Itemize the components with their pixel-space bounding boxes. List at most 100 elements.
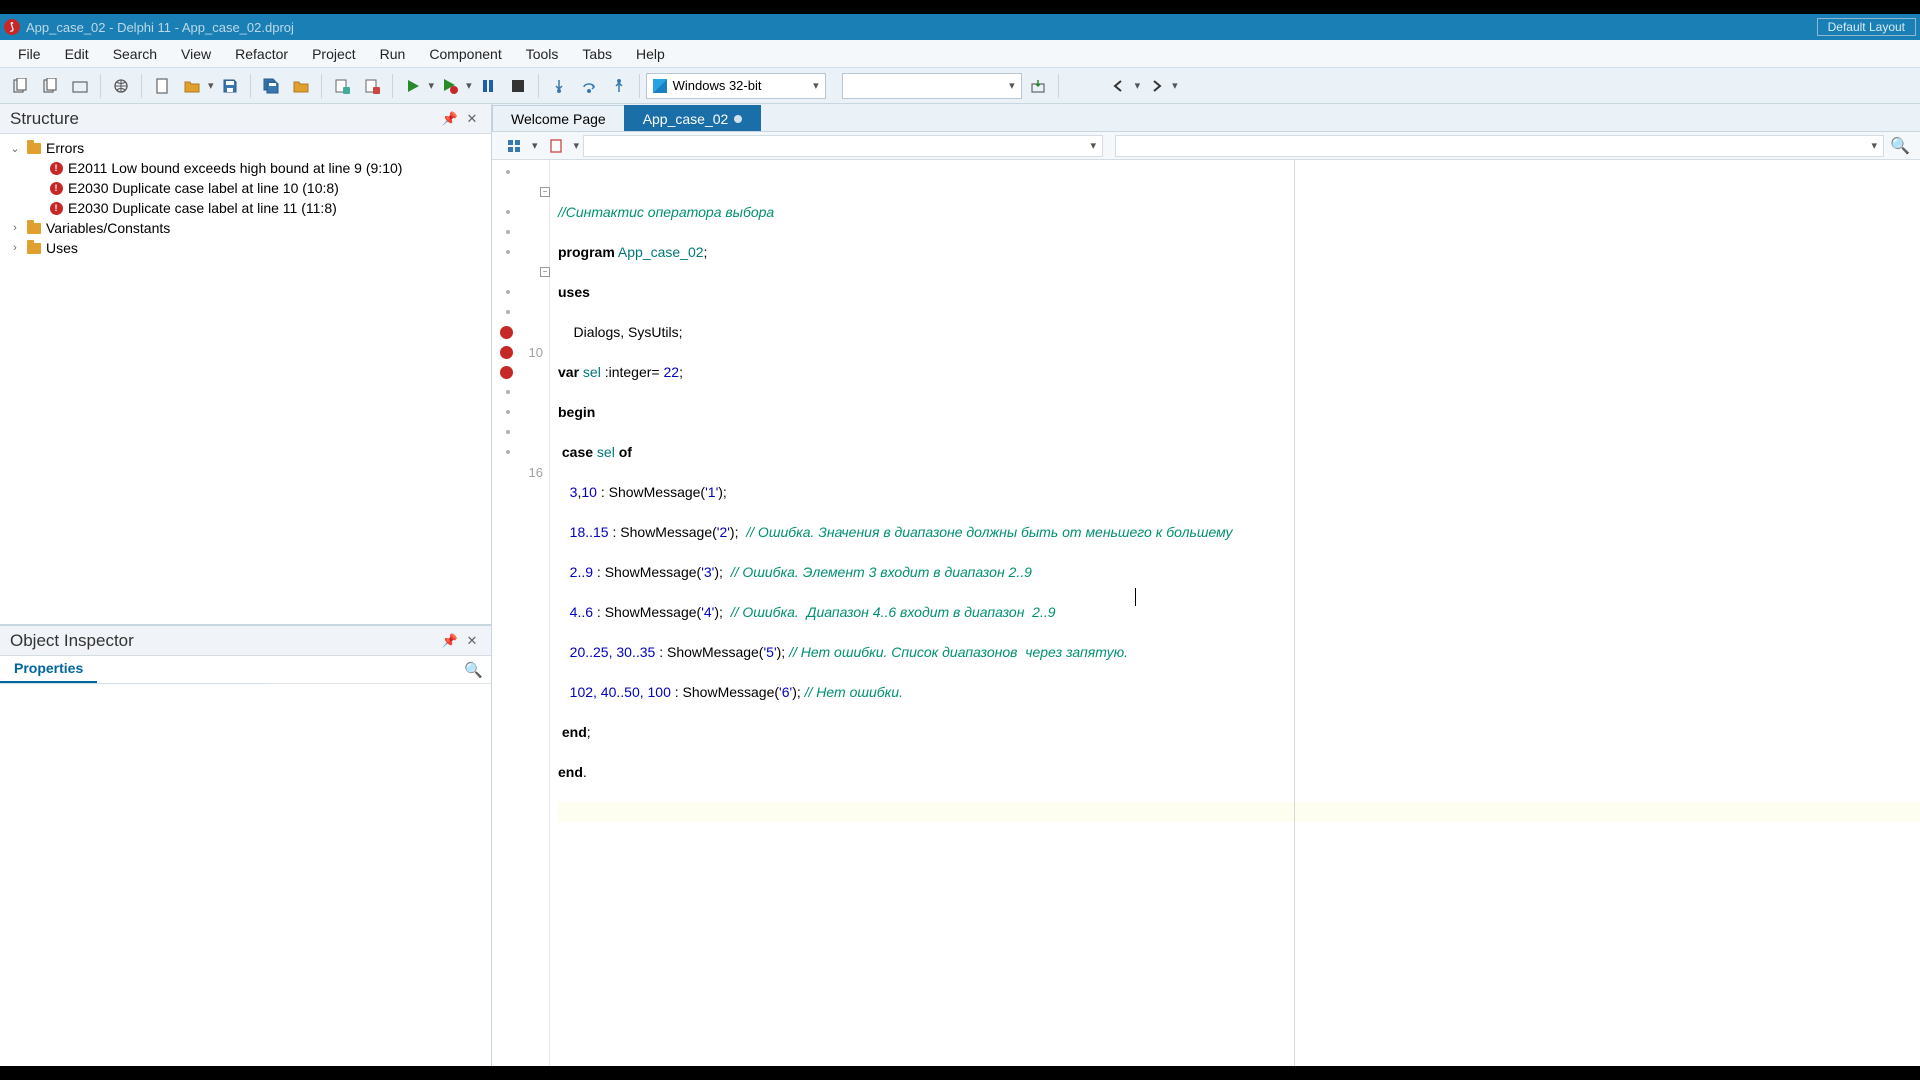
tab-app-case-02[interactable]: App_case_02 bbox=[624, 105, 762, 131]
chevron-down-icon[interactable]: ▾ bbox=[208, 79, 214, 92]
structure-tree[interactable]: ⌄ Errors ! E2011 Low bound exceeds high … bbox=[0, 134, 491, 624]
step-over-icon[interactable] bbox=[575, 72, 603, 100]
menu-tabs[interactable]: Tabs bbox=[570, 42, 624, 66]
windows-icon bbox=[653, 79, 667, 93]
editor-toolbar: ▾ ▾ ▾ ▾ 🔍 bbox=[492, 132, 1920, 160]
menu-refactor[interactable]: Refactor bbox=[223, 42, 300, 66]
open-icon[interactable] bbox=[36, 72, 64, 100]
class-combo[interactable]: ▾ bbox=[583, 135, 1103, 157]
error-marker-icon[interactable] bbox=[500, 366, 513, 379]
errors-node-label[interactable]: Errors bbox=[46, 140, 84, 156]
run-no-debug-icon[interactable] bbox=[436, 72, 464, 100]
pause-icon[interactable] bbox=[474, 72, 502, 100]
close-icon[interactable]: ✕ bbox=[463, 110, 481, 128]
new-items-icon[interactable] bbox=[6, 72, 34, 100]
chevron-down-icon[interactable]: ▾ bbox=[1135, 79, 1141, 92]
tab-label: App_case_02 bbox=[643, 111, 729, 127]
navigator-icon[interactable] bbox=[500, 132, 528, 160]
stop-icon[interactable] bbox=[504, 72, 532, 100]
folder-icon bbox=[26, 221, 42, 235]
error-icon: ! bbox=[48, 161, 64, 175]
add-file-icon[interactable] bbox=[328, 72, 356, 100]
document-tabs: Welcome Page App_case_02 bbox=[492, 104, 1920, 132]
nav-back-icon[interactable] bbox=[1105, 72, 1133, 100]
menu-help[interactable]: Help bbox=[624, 42, 677, 66]
oi-search[interactable]: 🔍 bbox=[271, 656, 491, 684]
globe-icon[interactable] bbox=[107, 72, 135, 100]
remove-file-icon[interactable] bbox=[358, 72, 386, 100]
separator-icon bbox=[250, 74, 251, 98]
new-file-icon[interactable] bbox=[148, 72, 176, 100]
nav-forward-icon[interactable] bbox=[1142, 72, 1170, 100]
error-item[interactable]: E2011 Low bound exceeds high bound at li… bbox=[68, 160, 402, 176]
separator-icon bbox=[100, 74, 101, 98]
titlebar: ⟆ App_case_02 - Delphi 11 - App_case_02.… bbox=[0, 14, 1920, 40]
pin-icon[interactable]: 📌 bbox=[441, 110, 459, 128]
menu-project[interactable]: Project bbox=[300, 42, 368, 66]
code-editor[interactable]: − − 10 16 //Синтактис оператор bbox=[492, 160, 1920, 1066]
menu-view[interactable]: View bbox=[169, 42, 223, 66]
chevron-down-icon[interactable]: ▾ bbox=[466, 79, 472, 92]
properties-tab[interactable]: Properties bbox=[0, 656, 97, 683]
separator-icon bbox=[321, 74, 322, 98]
app-icon: ⟆ bbox=[4, 19, 20, 35]
open-project-icon[interactable] bbox=[66, 72, 94, 100]
config-combo[interactable]: ▾ bbox=[842, 73, 1022, 99]
menu-search[interactable]: Search bbox=[101, 42, 169, 66]
margin-guide bbox=[1294, 160, 1295, 1066]
platform-combo[interactable]: Windows 32-bit ▾ bbox=[646, 73, 826, 99]
structure-title: Structure bbox=[10, 109, 437, 129]
chevron-down-icon: ▾ bbox=[1091, 139, 1097, 152]
platform-label: Windows 32-bit bbox=[673, 78, 762, 93]
deploy-icon[interactable] bbox=[1024, 72, 1052, 100]
chevron-down-icon: ▾ bbox=[1009, 79, 1021, 92]
open-folder-icon[interactable] bbox=[178, 72, 206, 100]
save-icon[interactable] bbox=[216, 72, 244, 100]
error-icon: ! bbox=[48, 181, 64, 195]
open-folder-2-icon[interactable] bbox=[287, 72, 315, 100]
menu-edit[interactable]: Edit bbox=[53, 42, 101, 66]
close-icon[interactable]: ✕ bbox=[463, 632, 481, 650]
search-icon[interactable]: 🔍 bbox=[1888, 134, 1912, 158]
step-into-icon[interactable] bbox=[545, 72, 573, 100]
layout-button[interactable]: Default Layout bbox=[1817, 18, 1916, 36]
file-action-icon[interactable] bbox=[542, 132, 570, 160]
uses-node[interactable]: Uses bbox=[46, 240, 78, 256]
save-all-icon[interactable] bbox=[257, 72, 285, 100]
tab-label: Welcome Page bbox=[511, 111, 606, 127]
tab-welcome[interactable]: Welcome Page bbox=[492, 105, 625, 131]
step-out-icon[interactable] bbox=[605, 72, 633, 100]
variables-node[interactable]: Variables/Constants bbox=[46, 220, 170, 236]
tree-toggle-icon[interactable]: › bbox=[8, 242, 22, 254]
run-icon[interactable] bbox=[399, 72, 427, 100]
code-content[interactable]: //Синтактис оператора выбора program App… bbox=[550, 160, 1920, 1066]
error-item[interactable]: E2030 Duplicate case label at line 10 (1… bbox=[68, 180, 339, 196]
error-marker-icon[interactable] bbox=[500, 326, 513, 339]
folder-icon bbox=[26, 141, 42, 155]
pin-icon[interactable]: 📌 bbox=[441, 632, 459, 650]
chevron-down-icon[interactable]: ▾ bbox=[429, 79, 435, 92]
menu-component[interactable]: Component bbox=[417, 42, 513, 66]
menu-tools[interactable]: Tools bbox=[514, 42, 571, 66]
separator-icon bbox=[639, 74, 640, 98]
line-number: 10 bbox=[529, 345, 543, 360]
object-inspector-title: Object Inspector bbox=[10, 631, 437, 651]
chevron-down-icon[interactable]: ▾ bbox=[532, 139, 538, 152]
tree-toggle-icon[interactable]: ⌄ bbox=[8, 142, 22, 155]
chevron-down-icon: ▾ bbox=[813, 79, 819, 92]
folder-icon bbox=[26, 241, 42, 255]
gutter[interactable]: − − 10 16 bbox=[492, 160, 550, 1066]
menu-run[interactable]: Run bbox=[368, 42, 418, 66]
menu-file[interactable]: File bbox=[6, 42, 53, 66]
tree-toggle-icon[interactable]: › bbox=[8, 222, 22, 234]
error-icon: ! bbox=[48, 201, 64, 215]
chevron-down-icon[interactable]: ▾ bbox=[574, 139, 580, 152]
separator-icon bbox=[1058, 74, 1059, 98]
separator-icon bbox=[141, 74, 142, 98]
chevron-down-icon[interactable]: ▾ bbox=[1172, 79, 1178, 92]
line-number: 16 bbox=[529, 465, 543, 480]
method-combo[interactable]: ▾ bbox=[1115, 135, 1884, 157]
chevron-down-icon: ▾ bbox=[1871, 139, 1877, 152]
error-item[interactable]: E2030 Duplicate case label at line 11 (1… bbox=[68, 200, 337, 216]
error-marker-icon[interactable] bbox=[500, 346, 513, 359]
